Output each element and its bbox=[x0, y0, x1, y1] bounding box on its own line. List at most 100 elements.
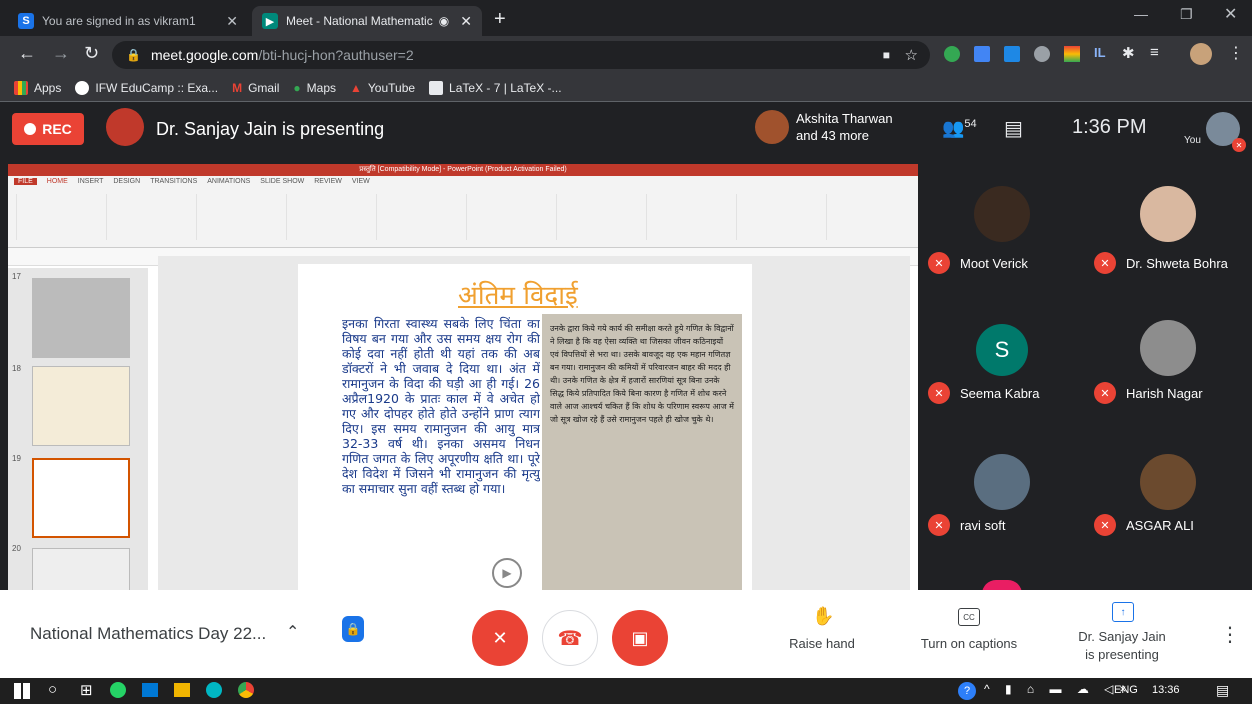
help-icon[interactable]: ? bbox=[958, 682, 976, 700]
apps-grid-icon bbox=[14, 80, 28, 95]
hang-up-button[interactable]: ☎ bbox=[542, 610, 598, 666]
system-tray-icons[interactable]: ^ ▮ ⌂ ▬ ☁ ◁× bbox=[984, 682, 1132, 696]
bookmark-youtube[interactable]: ▲ YouTube bbox=[350, 81, 415, 95]
avatar-asgar bbox=[1140, 454, 1196, 510]
participant-count: 54 bbox=[964, 118, 977, 130]
ribbon-tab[interactable]: FILE bbox=[14, 178, 37, 185]
extension-icon[interactable]: IL bbox=[1094, 45, 1106, 60]
ribbon-tab[interactable]: SLIDE SHOW bbox=[260, 178, 304, 185]
slide-number: 17 bbox=[12, 272, 21, 281]
record-dot-icon bbox=[24, 123, 37, 135]
address-bar[interactable]: 🔒 meet.google.com /bti-hucj-hon?authuser… bbox=[112, 41, 930, 69]
task-view-icon[interactable]: ⊞ bbox=[80, 681, 93, 699]
chat-icon[interactable]: ▤ bbox=[1004, 116, 1023, 141]
ribbon-tab[interactable]: VIEW bbox=[352, 178, 370, 185]
extension-icon[interactable] bbox=[974, 46, 990, 62]
lock-icon: 🔒 bbox=[126, 48, 141, 62]
participant-name: Dr. Shweta Bohra bbox=[1126, 256, 1228, 271]
avatar-car bbox=[974, 454, 1030, 510]
ribbon-tab[interactable]: DESIGN bbox=[113, 178, 140, 185]
file-explorer-icon[interactable] bbox=[174, 683, 190, 697]
close-window-icon[interactable]: ✕ bbox=[1224, 4, 1237, 24]
chevron-up-icon[interactable]: ⌃ bbox=[286, 622, 299, 642]
restore-icon[interactable]: ❐ bbox=[1180, 6, 1193, 23]
chrome-icon[interactable] bbox=[238, 682, 254, 698]
slide-thumb[interactable] bbox=[32, 366, 130, 446]
menu-kebab-icon[interactable]: ⋮ bbox=[1228, 43, 1244, 63]
captions-button[interactable]: Turn on captions bbox=[910, 636, 1028, 651]
participant-name: Moot Verick bbox=[960, 256, 1028, 271]
bookmark-ifw[interactable]: IFW EduCamp :: Exa... bbox=[75, 80, 218, 95]
captions-icon[interactable]: CC bbox=[958, 608, 980, 626]
participant-name: Harish Nagar bbox=[1126, 386, 1203, 401]
participant-name: ravi soft bbox=[960, 518, 1006, 533]
ribbon-tab[interactable]: HOME bbox=[47, 178, 68, 185]
close-tab-icon[interactable]: ✕ bbox=[226, 13, 238, 30]
windows-start-icon[interactable] bbox=[14, 683, 30, 699]
presentation-stage: प्रस्तुति [Compatibility Mode] - PowerPo… bbox=[8, 164, 918, 590]
meeting-title[interactable]: National Mathematics Day 22... bbox=[30, 624, 266, 644]
bookmark-label: LaTeX - 7 | LaTeX -... bbox=[449, 80, 562, 95]
taskbar-clock[interactable]: 13:36 bbox=[1152, 684, 1180, 696]
shield-lock-icon[interactable]: 🔒 bbox=[342, 616, 364, 642]
mic-off-icon: ✕ bbox=[1094, 252, 1116, 274]
camera-icon[interactable]: ■ bbox=[883, 48, 890, 62]
ribbon-tabs: FILE HOME INSERT DESIGN TRANSITIONS ANIM… bbox=[8, 176, 918, 187]
avatar-bear bbox=[974, 186, 1030, 242]
present-now-icon[interactable]: ↑ bbox=[1112, 602, 1134, 622]
camera-off-button[interactable]: ▣ bbox=[612, 610, 668, 666]
slide-thumbnails: 17 18 19 20 bbox=[8, 268, 148, 590]
whatsapp-icon[interactable] bbox=[110, 682, 126, 698]
language-indicator[interactable]: ENG bbox=[1114, 684, 1138, 696]
slide-thumb[interactable] bbox=[32, 548, 130, 590]
participant-name: ASGAR ALI bbox=[1126, 518, 1194, 533]
raise-hand-icon[interactable]: ✋ bbox=[812, 606, 834, 627]
new-tab-button[interactable]: + bbox=[494, 8, 506, 31]
bookmark-label: Apps bbox=[34, 80, 62, 95]
extension-icon[interactable] bbox=[1004, 46, 1020, 62]
minimize-icon[interactable]: — bbox=[1134, 6, 1148, 22]
bookmark-maps[interactable]: ● Maps bbox=[293, 81, 336, 95]
extension-icon[interactable] bbox=[1064, 46, 1080, 62]
notification-icon[interactable]: ▤ bbox=[1216, 682, 1229, 699]
back-icon[interactable]: ← bbox=[18, 43, 36, 64]
extension-grammarly-icon[interactable] bbox=[944, 46, 960, 62]
edge-icon[interactable] bbox=[206, 682, 222, 698]
slide-canvas: अंतिम विदाई इनका गिरता स्वास्थ्य सबके लि… bbox=[298, 264, 752, 590]
ribbon-tab[interactable]: REVIEW bbox=[314, 178, 342, 185]
present-button[interactable]: Dr. Sanjay Jain is presenting bbox=[1060, 628, 1184, 664]
reload-icon[interactable]: ↻ bbox=[84, 43, 99, 64]
reading-list-icon[interactable]: ≡ bbox=[1150, 44, 1159, 61]
forward-icon[interactable]: → bbox=[52, 43, 70, 64]
ribbon-tab[interactable]: TRANSITIONS bbox=[150, 178, 197, 185]
ppt-ribbon: FILE HOME INSERT DESIGN TRANSITIONS ANIM… bbox=[8, 176, 918, 248]
bookmark-latex[interactable]: LaTeX - 7 | LaTeX -... bbox=[429, 80, 562, 95]
top-participants[interactable]: Akshita Tharwan and 43 more bbox=[796, 110, 893, 144]
site-s-icon: S bbox=[18, 13, 34, 29]
ribbon-tab[interactable]: INSERT bbox=[78, 178, 104, 185]
search-icon[interactable]: ○ bbox=[48, 681, 57, 698]
tab-meet[interactable]: ▶ Meet - National Mathematic ◉ ✕ bbox=[252, 6, 482, 36]
bookmark-gmail[interactable]: M Gmail bbox=[232, 81, 279, 95]
raise-hand-button[interactable]: Raise hand bbox=[782, 636, 862, 651]
meet-bottom-bar: National Mathematics Day 22... ⌃ 🔒 ✕ ☎ ▣… bbox=[0, 590, 1252, 678]
people-icon[interactable]: 👥54 bbox=[942, 118, 977, 139]
bookmark-apps[interactable]: Apps bbox=[14, 80, 62, 95]
mic-off-button[interactable]: ✕ bbox=[472, 610, 528, 666]
presenter-avatar bbox=[106, 108, 144, 146]
ribbon-groups bbox=[16, 194, 906, 240]
recording-indicator-icon: ◉ bbox=[438, 14, 450, 28]
profile-avatar-icon[interactable] bbox=[1190, 43, 1212, 65]
extension-icon[interactable] bbox=[1034, 46, 1050, 62]
tab-signed-in[interactable]: S You are signed in as vikram1 ✕ bbox=[8, 6, 248, 36]
star-icon[interactable]: ☆ bbox=[905, 46, 918, 64]
mail-icon[interactable] bbox=[142, 683, 158, 697]
slide-thumb[interactable] bbox=[32, 278, 130, 358]
ribbon-tab[interactable]: ANIMATIONS bbox=[207, 178, 250, 185]
close-tab-icon[interactable]: ✕ bbox=[460, 13, 472, 30]
recording-badge: REC bbox=[12, 113, 84, 145]
slide-thumb-selected[interactable] bbox=[32, 458, 130, 538]
more-options-icon[interactable]: ⋮ bbox=[1220, 622, 1240, 647]
mic-off-icon: ✕ bbox=[928, 252, 950, 274]
extensions-puzzle-icon[interactable]: ✱ bbox=[1122, 44, 1135, 62]
